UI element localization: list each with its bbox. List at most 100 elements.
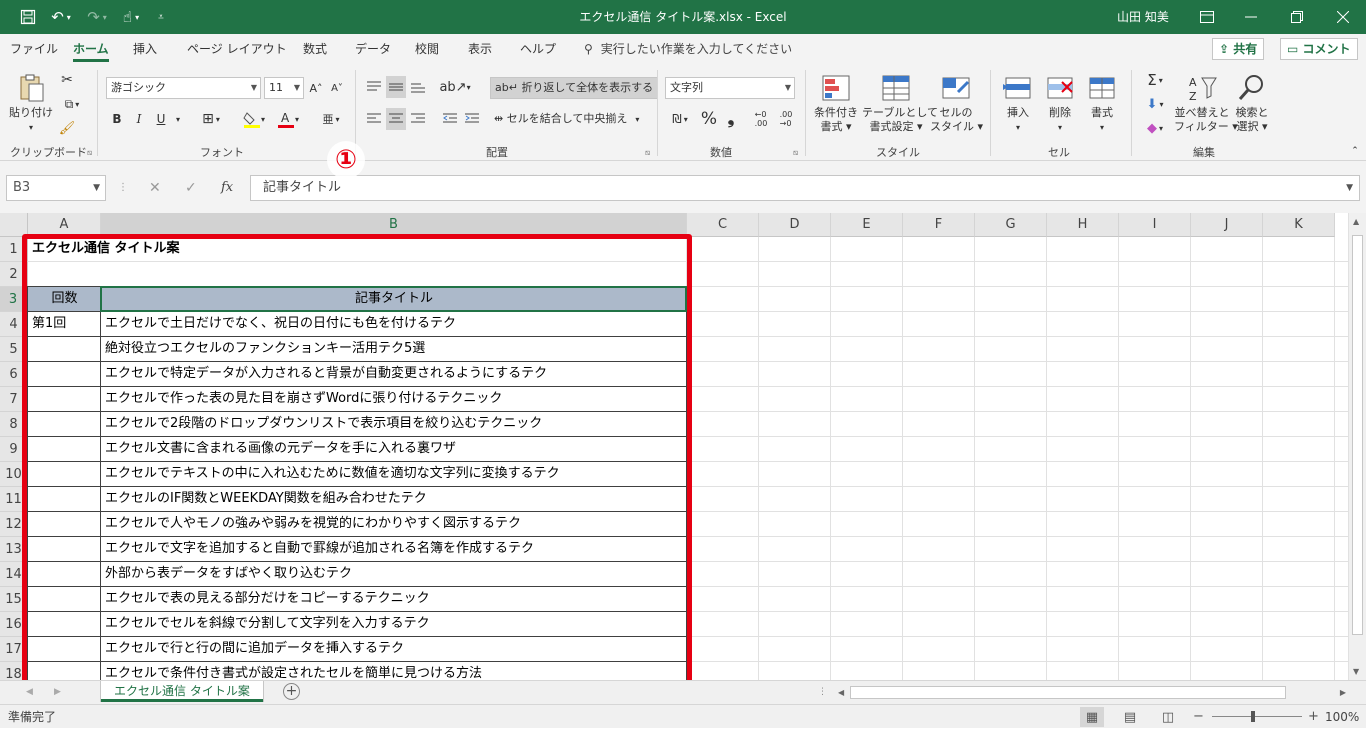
cell-b14[interactable]: 外部から表データをすばやく取り込むテク <box>101 562 687 587</box>
decrease-font-icon[interactable]: A˅ <box>328 77 346 99</box>
percent-button[interactable]: % <box>698 108 720 130</box>
cell-styles-button[interactable]: セルの スタイル ▾ <box>930 72 983 134</box>
format-as-table-button[interactable]: テーブルとして 書式設定 ▾ <box>862 72 938 134</box>
next-sheet-icon[interactable]: ▶ <box>54 681 61 703</box>
column-header-i[interactable]: I <box>1119 213 1191 237</box>
cell-a11[interactable] <box>28 487 101 512</box>
cell-b9[interactable]: エクセル文書に含まれる画像の元データを手に入れる裏ワザ <box>101 437 687 462</box>
cell-a4[interactable]: 第1回 <box>28 312 101 337</box>
row-header-6[interactable]: 6 <box>0 362 28 387</box>
cell-a16[interactable] <box>28 612 101 637</box>
cell-a13[interactable] <box>28 537 101 562</box>
row-header-16[interactable]: 16 <box>0 612 28 637</box>
cell-b16[interactable]: エクセルでセルを斜線で分割して文字列を入力するテク <box>101 612 687 637</box>
cell-a5[interactable] <box>28 337 101 362</box>
prev-sheet-icon[interactable]: ◀ <box>26 681 33 703</box>
cell-a6[interactable] <box>28 362 101 387</box>
zoom-slider[interactable] <box>1212 716 1302 717</box>
name-box[interactable]: B3 ▼ <box>6 175 106 201</box>
conditional-formatting-button[interactable]: 条件付き 書式 ▾ <box>812 72 860 134</box>
column-header-j[interactable]: J <box>1191 213 1263 237</box>
row-header-7[interactable]: 7 <box>0 387 28 412</box>
column-header-h[interactable]: H <box>1047 213 1119 237</box>
cancel-entry-icon[interactable]: ✕ <box>149 175 161 201</box>
cell-b2[interactable] <box>101 262 687 287</box>
paste-button[interactable]: 貼り付け ▾ <box>8 72 54 135</box>
horizontal-scrollbar[interactable]: ◀ ▶ <box>836 685 1348 701</box>
tab-review[interactable]: 校閲 <box>415 34 439 64</box>
wrap-text-button[interactable]: ab↵ 折り返して全体を表示する <box>490 77 659 99</box>
sort-filter-button[interactable]: AZ 並べ替えと フィルター ▾ <box>1174 72 1238 134</box>
collapse-ribbon-icon[interactable]: ⌃ <box>1348 144 1362 158</box>
row-header-18[interactable]: 18 <box>0 662 28 680</box>
undo-icon[interactable]: ↶ ▾ <box>46 0 76 34</box>
increase-font-icon[interactable]: A˄ <box>307 77 325 99</box>
user-name[interactable]: 山田 知美 <box>1117 0 1169 34</box>
ribbon-display-options-icon[interactable] <box>1184 0 1230 34</box>
cell-b18[interactable]: エクセルで条件付き書式が設定されたセルを簡単に見つける方法 <box>101 662 687 680</box>
touch-mode-icon[interactable]: ☝ ▾ <box>116 0 146 34</box>
horizontal-scroll-thumb[interactable] <box>850 686 1286 699</box>
decrease-decimal-icon[interactable]: .00 →0 <box>775 108 797 130</box>
row-header-8[interactable]: 8 <box>0 412 28 437</box>
align-left-icon[interactable] <box>364 108 384 130</box>
insert-cells-button[interactable]: 挿入 ▾ <box>998 72 1038 135</box>
row-header-11[interactable]: 11 <box>0 487 28 512</box>
tab-split-grip-icon[interactable]: ⋮ <box>818 681 827 703</box>
column-header-g[interactable]: G <box>975 213 1047 237</box>
vertical-scroll-thumb[interactable] <box>1352 235 1363 635</box>
cell-b5[interactable]: 絶対役立つエクセルのファンクションキー活用テク5選 <box>101 337 687 362</box>
clipboard-launcher-icon[interactable]: ⧅ <box>87 148 92 158</box>
redo-icon[interactable]: ↷ ▾ <box>82 0 112 34</box>
tab-help[interactable]: ヘルプ <box>520 34 556 64</box>
increase-decimal-icon[interactable]: ←0.00 <box>750 108 772 130</box>
merge-center-button[interactable]: ⇹ セルを結合して中央揃え ▾ <box>494 108 639 130</box>
tab-data[interactable]: データ <box>355 34 391 64</box>
orientation-icon[interactable]: ab↗ ▾ <box>439 76 470 98</box>
zoom-in-icon[interactable]: + <box>1308 705 1319 729</box>
cell-a12[interactable] <box>28 512 101 537</box>
cell-b17[interactable]: エクセルで行と行の間に追加データを挿入するテク <box>101 637 687 662</box>
font-size-select[interactable]: 11 ▼ <box>264 77 304 99</box>
row-header-4[interactable]: 4 <box>0 312 28 337</box>
comments-button[interactable]: ▭ コメント <box>1280 38 1358 60</box>
row-header-12[interactable]: 12 <box>0 512 28 537</box>
cell-b13[interactable]: エクセルで文字を追加すると自動で罫線が追加される名簿を作成するテク <box>101 537 687 562</box>
formula-input[interactable]: 記事タイトル ▼ <box>250 175 1360 201</box>
clear-icon[interactable]: ◆ ▾ <box>1140 118 1170 138</box>
align-right-icon[interactable] <box>408 108 428 130</box>
italic-button[interactable]: I <box>130 108 148 130</box>
column-header-f[interactable]: F <box>903 213 975 237</box>
cell-a14[interactable] <box>28 562 101 587</box>
find-select-button[interactable]: 検索と 選択 ▾ <box>1232 72 1272 134</box>
format-cells-button[interactable]: 書式 ▾ <box>1082 72 1122 135</box>
row-header-10[interactable]: 10 <box>0 462 28 487</box>
scroll-up-icon[interactable]: ▲ <box>1353 217 1359 226</box>
normal-view-icon[interactable]: ▦ <box>1080 707 1104 727</box>
underline-button[interactable]: U <box>152 108 170 130</box>
page-break-preview-icon[interactable]: ◫ <box>1156 707 1180 727</box>
insert-function-icon[interactable]: fx <box>221 175 233 201</box>
sheet-tab-active[interactable]: エクセル通信 タイトル案 <box>101 681 263 702</box>
align-bottom-icon[interactable] <box>408 76 428 98</box>
bold-button[interactable]: B <box>108 108 126 130</box>
row-header-5[interactable]: 5 <box>0 337 28 362</box>
tab-page-layout[interactable]: ページ レイアウト <box>187 34 287 64</box>
restore-icon[interactable] <box>1274 0 1320 34</box>
minimize-icon[interactable] <box>1228 0 1274 34</box>
vertical-scrollbar[interactable]: ▲ ▼ <box>1348 213 1366 680</box>
customize-qat-icon[interactable]: ⩡ <box>152 0 170 34</box>
copy-icon[interactable]: ⧉ ▾ <box>58 94 86 114</box>
cut-icon[interactable]: ✂ <box>58 70 76 90</box>
cell-b8[interactable]: エクセルで2段階のドロップダウンリストで表示項目を絞り込むテクニック <box>101 412 687 437</box>
fill-icon[interactable]: ⬇ ▾ <box>1140 94 1170 114</box>
comma-button[interactable]: ❟ <box>722 108 740 130</box>
zoom-level[interactable]: 100% <box>1325 705 1359 729</box>
add-sheet-icon[interactable]: + <box>283 683 300 700</box>
tell-me-box[interactable]: ⚲ 実行したい作業を入力してください <box>584 34 792 64</box>
phonetic-guide-icon[interactable]: 亜 ▾ <box>316 108 346 130</box>
worksheet-grid[interactable]: ABCDEFGHIJK 1 エクセル通信 タイトル案 2 3 回数 記事タイトル 4 第1回エ… <box>0 213 1366 680</box>
column-header-c[interactable]: C <box>687 213 759 237</box>
fill-color-icon[interactable]: ▾ <box>238 108 270 130</box>
tab-formulas[interactable]: 数式 <box>303 34 327 64</box>
